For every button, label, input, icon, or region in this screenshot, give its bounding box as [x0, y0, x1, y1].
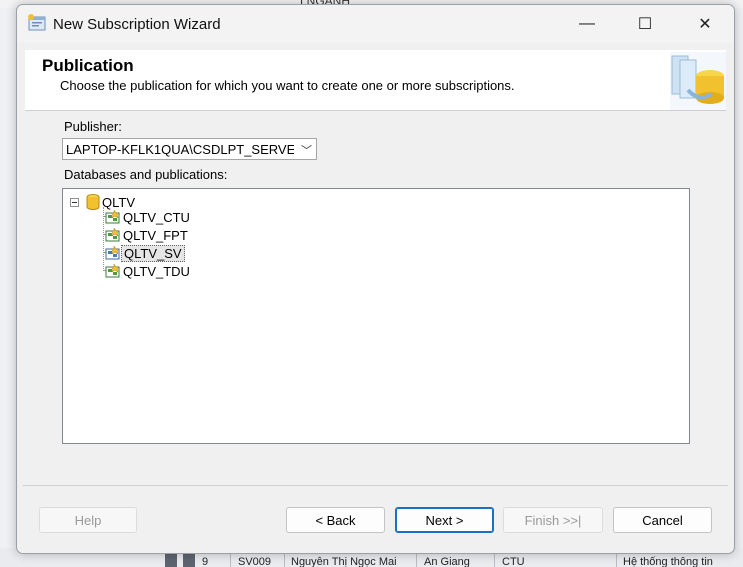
tree-node-publication[interactable]: QLTV_FPT	[105, 226, 190, 244]
publication-name: QLTV_CTU	[123, 209, 190, 225]
page-subtitle: Choose the publication for which you wan…	[60, 78, 515, 93]
wizard-header: Publication Choose the publication for w…	[25, 50, 726, 111]
maximize-button[interactable]: ☐	[616, 5, 674, 43]
publication-name: QLTV_TDU	[123, 263, 190, 279]
background-cell: An Giang	[424, 556, 470, 567]
background-cell: CTU	[502, 556, 525, 567]
database-icon	[86, 194, 100, 210]
minimize-button[interactable]: —	[558, 5, 616, 43]
chevron-down-icon: ﹀	[301, 145, 312, 157]
background-cell: Hệ thống thông tin	[623, 556, 713, 567]
publication-name: QLTV_FPT	[123, 227, 188, 243]
publisher-value: LAPTOP-KFLK1QUA\CSDLPT_SERVER	[66, 142, 294, 157]
background-cell: Nguyễn Thị Ngọc Mai	[291, 556, 397, 567]
close-button[interactable]: ✕	[676, 5, 734, 43]
publication-icon	[105, 228, 120, 242]
tree-node-publication[interactable]: QLTV_CTU	[105, 208, 192, 226]
help-button[interactable]: Help	[39, 507, 137, 533]
publication-icon	[105, 264, 120, 278]
tree-node-publication[interactable]: QLTV_TDU	[105, 262, 192, 280]
publication-tree[interactable]: QLTV QLTV_CTU QLTV_FPT QLTV_SV QLTV_TDU	[62, 188, 690, 444]
publication-icon	[105, 246, 120, 260]
page-title: Publication	[42, 56, 134, 75]
wizard-app-icon	[28, 14, 46, 31]
wizard-window: New Subscription Wizard — ☐ ✕ Publicatio…	[16, 4, 735, 554]
back-button[interactable]: < Back	[286, 507, 385, 533]
collapse-icon[interactable]	[70, 198, 79, 207]
databases-label: Databases and publications:	[64, 167, 228, 182]
publication-icon	[105, 210, 120, 224]
finish-button[interactable]: Finish >>|	[503, 507, 603, 533]
publisher-dropdown[interactable]: LAPTOP-KFLK1QUA\CSDLPT_SERVER ﹀	[62, 138, 317, 160]
background-cell: 9	[202, 556, 209, 567]
window-title: New Subscription Wizard	[53, 16, 221, 33]
footer-divider	[23, 485, 728, 486]
tree-node-publication-selected[interactable]: QLTV_SV	[105, 244, 185, 262]
publication-name: QLTV_SV	[121, 244, 185, 262]
title-bar[interactable]: New Subscription Wizard — ☐ ✕	[17, 5, 734, 43]
cancel-button[interactable]: Cancel	[613, 507, 712, 533]
database-banner-icon	[670, 52, 726, 110]
background-cell: SV009	[238, 556, 272, 567]
publisher-label: Publisher:	[64, 119, 122, 134]
next-button[interactable]: Next >	[395, 507, 494, 533]
